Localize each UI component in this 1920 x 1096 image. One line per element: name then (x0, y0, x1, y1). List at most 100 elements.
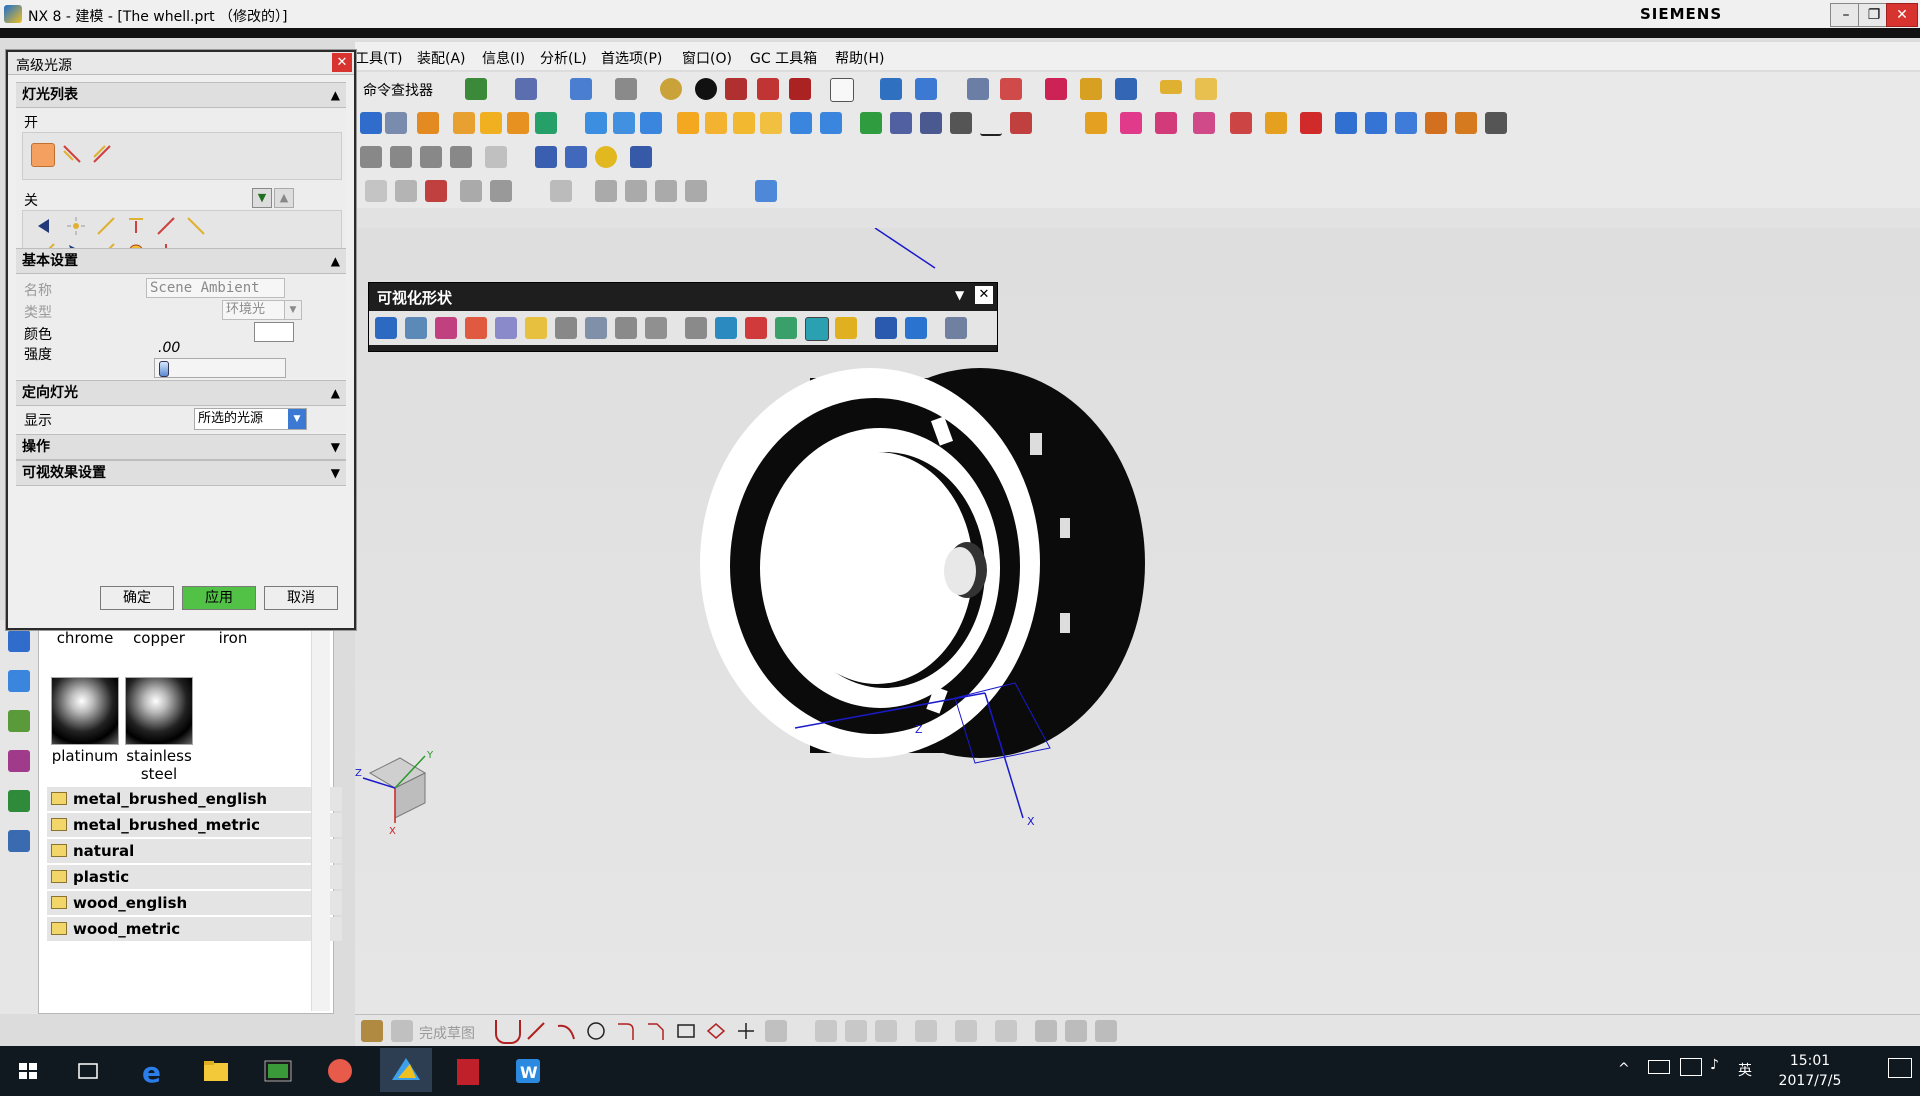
decal-icon[interactable] (775, 317, 797, 339)
patch-icon[interactable] (1265, 112, 1287, 134)
task-view-icon[interactable] (68, 1052, 108, 1090)
revolve-icon[interactable] (417, 112, 439, 134)
material-platinum[interactable]: platinum (45, 747, 125, 765)
file-explorer-icon[interactable] (196, 1052, 236, 1090)
tray-chevron-icon[interactable]: ^ (1618, 1061, 1630, 1077)
hand-icon[interactable] (615, 317, 637, 339)
orient-icon[interactable] (615, 78, 637, 100)
back-light-icon[interactable] (185, 215, 207, 237)
palette-icon[interactable] (465, 317, 487, 339)
split-icon[interactable] (760, 112, 782, 134)
publish-icon[interactable] (905, 317, 927, 339)
part-icon[interactable] (1085, 112, 1107, 134)
fillet-icon[interactable] (360, 146, 382, 168)
auto-constraint-icon[interactable] (995, 1020, 1017, 1042)
snap-point-icon[interactable] (1115, 78, 1137, 100)
surface-icon[interactable] (1120, 112, 1142, 134)
render-icon[interactable] (660, 78, 682, 100)
select-scope-icon[interactable] (395, 180, 417, 202)
slot-icon[interactable] (585, 112, 607, 134)
dialog-close-button[interactable]: ✕ (332, 53, 352, 72)
folder-wood-english[interactable]: wood_english (47, 891, 342, 915)
materials-scrollbar[interactable] (311, 621, 330, 1011)
rotate-icon[interactable] (915, 78, 937, 100)
spline-icon[interactable] (1395, 112, 1417, 134)
menu-tools[interactable]: 工具(T) (355, 48, 402, 68)
sync-icon[interactable] (485, 146, 507, 168)
spot-light-icon[interactable] (91, 143, 113, 165)
acrobat-icon[interactable] (448, 1052, 488, 1090)
trim-icon[interactable] (733, 112, 755, 134)
toolbar-dropdown-icon[interactable]: ▼ (955, 288, 964, 302)
apply-button[interactable]: 应用 (182, 586, 256, 610)
directional-light-icon[interactable] (61, 143, 83, 165)
projection-icon[interactable] (1485, 112, 1507, 134)
color-swatch[interactable] (254, 322, 294, 342)
rectangle-icon[interactable] (675, 1020, 697, 1042)
play-icon[interactable] (465, 78, 487, 100)
stroke-icon[interactable] (435, 317, 457, 339)
background-icon[interactable] (830, 78, 854, 102)
offset-icon[interactable] (1193, 112, 1215, 134)
profile-icon[interactable] (495, 1020, 521, 1044)
advanced-lights-icon[interactable] (805, 317, 829, 341)
datum-icon[interactable] (950, 112, 972, 134)
mirror-curve-icon[interactable] (1065, 1020, 1087, 1042)
image-icon[interactable] (835, 317, 857, 339)
redo-icon[interactable] (490, 180, 512, 202)
boss-icon[interactable] (480, 112, 502, 134)
menu-preferences[interactable]: 首选项(P) (601, 48, 662, 68)
thicken-icon[interactable] (1230, 112, 1252, 134)
paint-icon[interactable] (630, 146, 652, 168)
menu-gc-toolbox[interactable]: GC 工具箱 (750, 48, 817, 68)
snap-quad-icon[interactable] (685, 180, 707, 202)
rect-select-icon[interactable] (550, 180, 572, 202)
right-light-icon[interactable] (155, 215, 177, 237)
triangle-icon[interactable] (980, 112, 1002, 136)
trim-sketch-icon[interactable] (815, 1020, 837, 1042)
volume-icon[interactable]: ♪ (1710, 1057, 1719, 1073)
face-icon[interactable] (565, 146, 587, 168)
menu-help[interactable]: 帮助(H) (835, 48, 884, 68)
move-down-icon[interactable]: ▼ (252, 188, 272, 208)
replace-icon[interactable] (1300, 112, 1322, 134)
material-chrome[interactable]: chrome (45, 629, 125, 647)
view-cube-icon[interactable] (755, 180, 777, 202)
export-icon[interactable] (875, 317, 897, 339)
point-light-icon[interactable] (65, 215, 87, 237)
shape-icon[interactable] (765, 1020, 787, 1042)
snap-mid-icon[interactable] (625, 180, 647, 202)
shell-icon[interactable] (420, 146, 442, 168)
command-finder[interactable]: 命令查找器 (363, 80, 433, 100)
light-icon[interactable] (525, 317, 547, 339)
helix-icon[interactable] (1425, 112, 1447, 134)
chamfer-sketch-icon[interactable] (645, 1020, 667, 1042)
edge-blend-icon[interactable] (790, 112, 812, 134)
box-red-icon[interactable] (725, 78, 747, 100)
section-basic-settings[interactable]: 基本设置 ▲ (16, 248, 346, 274)
platinum-sphere[interactable] (51, 677, 119, 745)
menu-assembly[interactable]: 装配(A) (417, 48, 466, 68)
display-select[interactable]: 所选的光源 ▼ (194, 408, 307, 430)
constraint-icon[interactable] (955, 1020, 977, 1042)
shaded-icon[interactable] (695, 78, 717, 100)
pocket-icon[interactable] (507, 112, 529, 134)
fit-view-icon[interactable] (570, 78, 592, 100)
top-light-icon[interactable] (125, 215, 147, 237)
studio-icon[interactable] (375, 317, 397, 339)
groove-icon[interactable] (613, 112, 635, 134)
box-wire-icon[interactable] (789, 78, 811, 100)
material-iron[interactable]: iron (193, 629, 273, 647)
camera-icon[interactable] (405, 317, 427, 339)
section-visual-effects[interactable]: 可视效果设置 ▼ (16, 460, 346, 486)
network-icon[interactable] (1680, 1058, 1702, 1076)
sketch-task-icon[interactable] (361, 1020, 383, 1042)
folder-wood-metric[interactable]: wood_metric (47, 917, 342, 941)
battery-icon[interactable] (1648, 1060, 1670, 1074)
folder-metal-brushed-metric[interactable]: metal_brushed_metric (47, 813, 342, 837)
extend-sketch-icon[interactable] (845, 1020, 867, 1042)
name-field[interactable]: Scene Ambient (146, 278, 285, 298)
intensity-slider[interactable] (154, 358, 286, 378)
subtract-icon[interactable] (677, 112, 699, 134)
menu-analysis[interactable]: 分析(L) (540, 48, 587, 68)
